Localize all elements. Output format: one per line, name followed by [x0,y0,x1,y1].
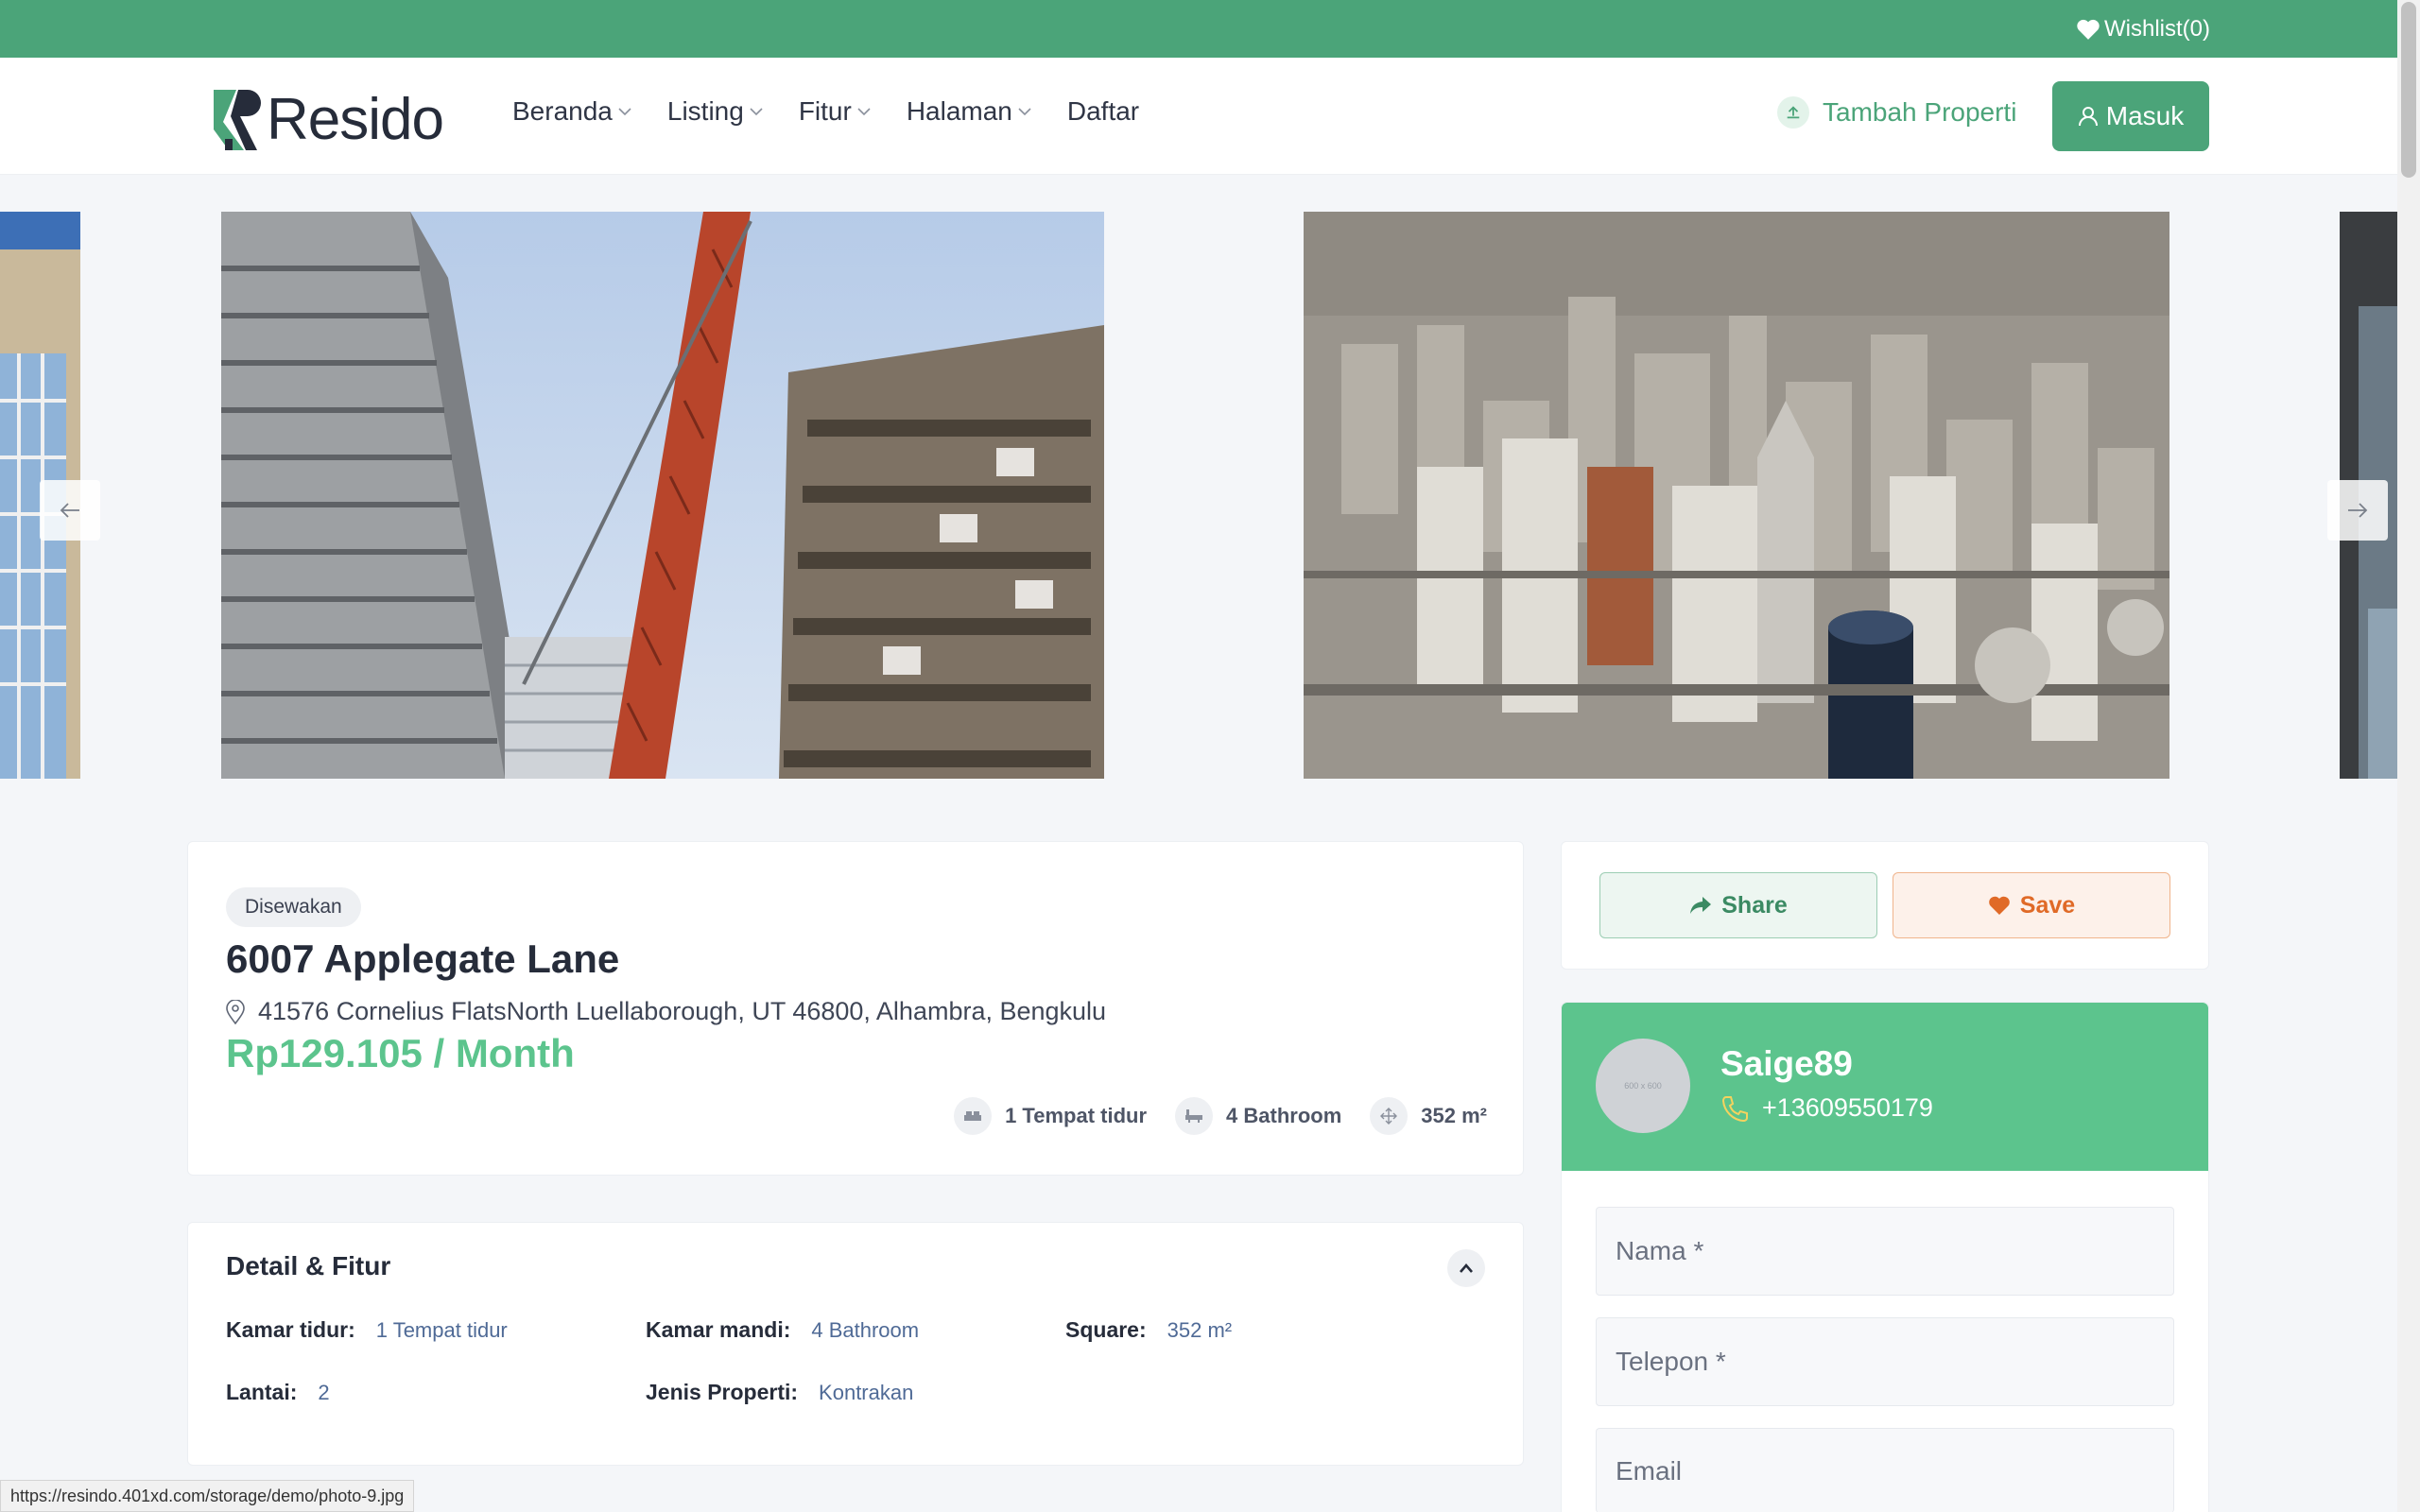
bed-icon [954,1097,993,1135]
share-label: Share [1721,891,1788,919]
email-field[interactable]: Email [1596,1428,2174,1512]
share-button[interactable]: Share [1599,872,1877,938]
detail-square: Square: 352 m² [1065,1317,1232,1343]
add-property-label: Tambah Properti [1823,97,2017,127]
detail-value: 4 Bathroom [811,1317,920,1342]
chevron-down-icon [1018,108,1031,116]
spec-area: 352 m² [1370,1097,1487,1135]
detail-key: Kamar tidur: [226,1317,355,1342]
name-field[interactable]: Nama * [1596,1207,2174,1296]
property-specs: 1 Tempat tidur 4 Bathroom 352 m² [925,1097,1487,1135]
user-icon [2078,107,2098,127]
gallery-next-button[interactable] [2327,480,2388,541]
agent-phone-number: +13609550179 [1762,1093,1933,1122]
detail-key: Jenis Properti: [646,1380,799,1404]
scrollbar-thumb[interactable] [2401,2,2416,178]
nav-item-listing[interactable]: Listing [667,96,763,127]
property-address: 41576 Cornelius FlatsNorth Luellaborough… [226,997,1106,1026]
name-placeholder: Nama * [1616,1236,1704,1265]
save-label: Save [2019,891,2076,919]
main-nav: Beranda Listing Fitur Halaman Daftar [512,96,1175,127]
detail-key: Kamar mandi: [646,1317,791,1342]
main-header: Resido Beranda Listing Fitur Halaman Daf… [0,58,2397,175]
city-aerial-photo [1304,212,2169,779]
heart-icon [2077,19,2100,40]
status-badge: Disewakan [226,887,361,927]
property-title: 6007 Applegate Lane [226,936,620,981]
arrow-left-icon [60,503,79,518]
detail-property-type: Jenis Properti: Kontrakan [646,1380,913,1405]
gallery-slide-construction[interactable] [221,212,1104,779]
address-text: 41576 Cornelius FlatsNorth Luellaborough… [258,997,1107,1025]
detail-key: Lantai: [226,1380,298,1404]
heart-icon [1988,896,2010,915]
map-pin-icon [226,999,245,1024]
agent-header: 600 x 600 Saige89 +13609550179 [1562,1003,2208,1171]
upload-icon [1777,96,1809,129]
nav-label: Fitur [798,96,852,126]
collapse-details-button[interactable] [1447,1249,1485,1287]
resido-logo-icon [214,89,261,150]
avatar: 600 x 600 [1596,1039,1690,1133]
agent-contact-card: 600 x 600 Saige89 +13609550179 Nama * Te… [1561,1002,2209,1512]
spec-bedrooms-label: 1 Tempat tidur [1005,1104,1148,1127]
arrow-right-icon [2348,503,2368,518]
property-summary-card: Disewakan 6007 Applegate Lane 41576 Corn… [187,841,1524,1176]
detail-value: 2 [318,1380,330,1404]
save-button[interactable]: Save [1893,872,2170,938]
nav-label: Beranda [512,96,613,126]
detail-value: 352 m² [1167,1317,1233,1342]
phone-field[interactable]: Telepon * [1596,1317,2174,1406]
move-arrows-icon [1370,1097,1409,1135]
actions-card: Share Save [1561,841,2209,970]
detail-value: Kontrakan [819,1380,914,1404]
nav-label: Listing [666,96,744,126]
phone-icon [1721,1095,1748,1122]
chevron-up-icon [1460,1263,1473,1273]
phone-placeholder: Telepon * [1616,1347,1726,1376]
detail-floor: Lantai: 2 [226,1380,330,1405]
nav-label: Daftar [1066,96,1140,126]
nav-item-halaman[interactable]: Halaman [907,96,1031,127]
login-button[interactable]: Masuk [2052,81,2209,151]
photo-gallery [0,212,2397,779]
spec-area-label: 352 m² [1421,1104,1487,1127]
detail-bedrooms: Kamar tidur: 1 Tempat tidur [226,1317,508,1343]
wishlist-label: Wishlist(0) [2104,15,2210,42]
chevron-down-icon [750,108,763,116]
agent-phone[interactable]: +13609550179 [1720,1093,1933,1123]
nav-item-fitur[interactable]: Fitur [799,96,871,127]
email-placeholder: Email [1616,1455,1683,1486]
gallery-prev-button[interactable] [40,480,100,541]
status-bar-url: https://resindo.401xd.com/storage/demo/p… [0,1480,415,1512]
detail-bathrooms: Kamar mandi: 4 Bathroom [646,1317,919,1343]
chevron-down-icon [618,108,631,116]
spec-bathrooms: 4 Bathroom [1175,1097,1341,1135]
nav-label: Halaman [906,96,1012,126]
details-heading: Detail & Fitur [226,1251,391,1280]
wishlist-link[interactable]: Wishlist(0) [2076,16,2210,43]
property-price: Rp129.105 / Month [226,1031,575,1075]
brand-logo[interactable]: Resido [212,86,444,153]
top-bar: Wishlist(0) [0,0,2397,58]
page-scrollbar[interactable] [2397,0,2420,1512]
agent-name[interactable]: Saige89 [1720,1044,1853,1084]
add-property-link[interactable]: Tambah Properti [1777,96,2016,129]
brand-name: Resido [267,87,444,152]
detail-key: Square: [1065,1317,1147,1342]
construction-photo [221,212,1104,779]
chevron-down-icon [857,108,871,116]
nav-item-beranda[interactable]: Beranda [512,96,631,127]
login-label: Masuk [2105,101,2185,130]
spec-bedrooms: 1 Tempat tidur [954,1097,1147,1135]
gallery-slide-city[interactable] [1304,212,2169,779]
spec-bathrooms-label: 4 Bathroom [1226,1104,1342,1127]
share-icon [1690,897,1712,914]
bath-icon [1175,1097,1214,1135]
nav-item-daftar[interactable]: Daftar [1067,96,1139,127]
details-card: Detail & Fitur Kamar tidur: 1 Tempat tid… [187,1222,1524,1466]
detail-value: 1 Tempat tidur [375,1317,508,1342]
